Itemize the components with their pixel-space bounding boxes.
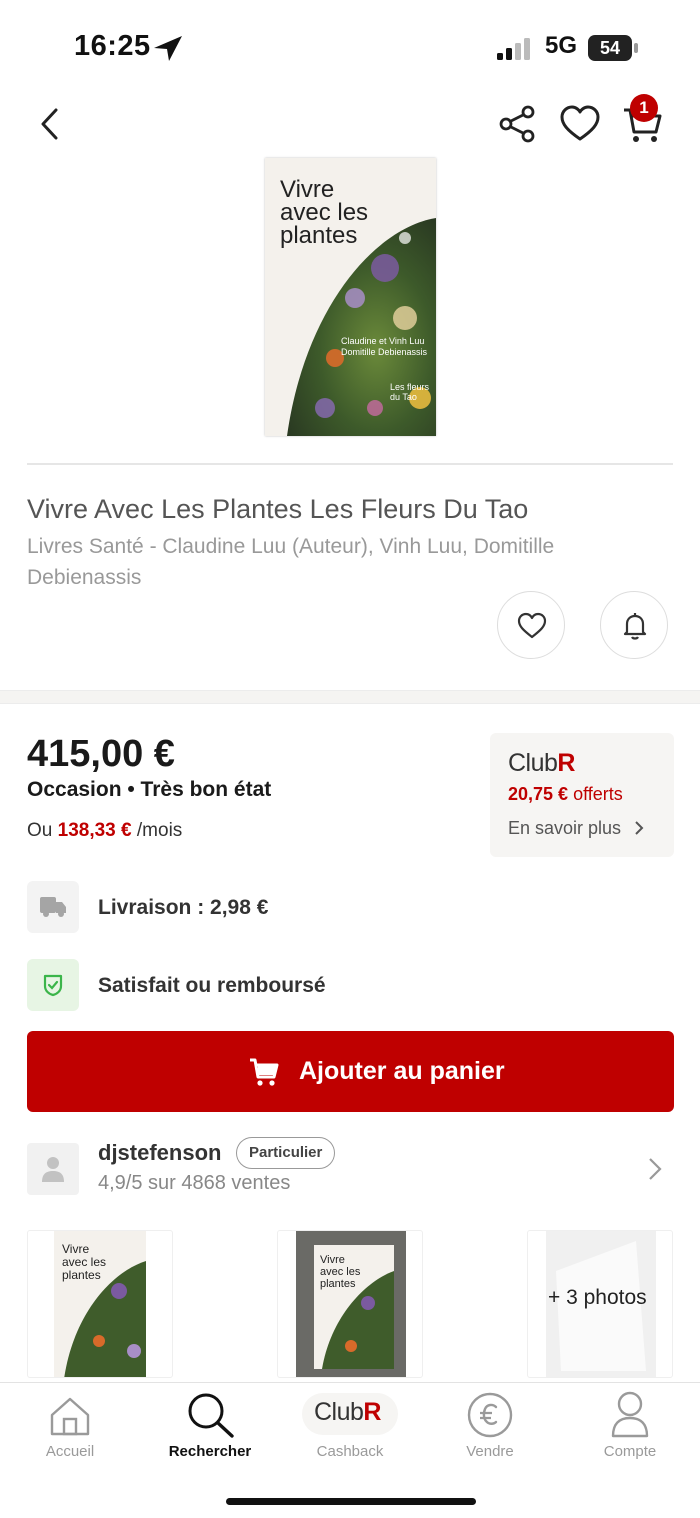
divider xyxy=(27,463,673,465)
bell-icon xyxy=(623,613,647,640)
installment-price: Ou 138,33 € /mois xyxy=(27,820,182,842)
add-to-cart-button[interactable]: Ajouter au panier xyxy=(27,1031,674,1112)
seller-type-badge: Particulier xyxy=(236,1137,336,1169)
heart-icon xyxy=(517,612,547,639)
satisfaction-guarantee: Satisfait ou remboursé xyxy=(98,974,326,997)
more-photos-label[interactable]: + 3 photos xyxy=(548,1286,647,1310)
alert-button[interactable] xyxy=(600,591,668,659)
tab-rechercher[interactable]: Rechercher xyxy=(140,1383,280,1473)
search-icon xyxy=(188,1393,234,1438)
seller-avatar[interactable] xyxy=(27,1143,79,1195)
cart-icon xyxy=(250,1058,279,1086)
cashback-suffix: offerts xyxy=(573,784,623,804)
truck-icon xyxy=(40,897,66,917)
book-cover-thumbnail: Vivre avec les plantes xyxy=(54,1231,146,1377)
battery-level: 54 xyxy=(599,38,621,58)
chevron-right-icon xyxy=(635,821,644,835)
svg-text:plantes: plantes xyxy=(62,1268,101,1282)
learn-more-link[interactable]: En savoir plus xyxy=(508,818,644,839)
book-photo-thumbnail: Vivre avec les plantes xyxy=(296,1231,406,1377)
user-icon xyxy=(42,1157,64,1182)
tab-cashback[interactable]: ClubR Cashback xyxy=(280,1383,420,1473)
status-bar: 16:25 5G 54 xyxy=(0,0,700,90)
svg-text:Vivre: Vivre xyxy=(320,1254,345,1266)
back-icon[interactable] xyxy=(36,106,64,142)
guarantee-icon-box xyxy=(27,959,79,1011)
installment-suffix: /mois xyxy=(136,820,183,841)
cart-count-badge: 1 xyxy=(630,94,658,122)
club-r-logo: ClubR xyxy=(508,749,575,777)
installment-prefix: Ou xyxy=(27,820,53,841)
battery-icon: 54 xyxy=(588,35,640,61)
tab-label: Compte xyxy=(603,1443,657,1460)
tab-label: Accueil xyxy=(45,1443,95,1460)
tab-compte[interactable]: Compte xyxy=(560,1383,700,1473)
seller-rating: 4,9/5 sur 4868 ventes xyxy=(98,1172,291,1194)
cover-series: Les fleurs du Tao xyxy=(390,382,430,402)
delivery-cost: Livraison : 2,98 € xyxy=(98,896,269,919)
cover-title: Vivre avec les plantes xyxy=(280,176,369,249)
tab-vendre[interactable]: Vendre xyxy=(420,1383,560,1473)
product-subtitle[interactable]: Livres Santé - Claudine Luu (Auteur), Vi… xyxy=(27,531,627,593)
euro-icon xyxy=(467,1392,513,1438)
location-arrow-icon xyxy=(154,36,182,61)
svg-text:Vivre: Vivre xyxy=(62,1242,89,1256)
svg-text:plantes: plantes xyxy=(320,1278,356,1290)
signal-icon xyxy=(497,38,530,60)
installment-amount: 138,33 € xyxy=(57,820,132,841)
photo-thumbnail[interactable]: Vivre avec les plantes xyxy=(27,1230,173,1378)
seller-name[interactable]: djstefenson xyxy=(98,1140,221,1166)
cashback-offer: 20,75 € offerts xyxy=(508,784,623,805)
cashback-amount: 20,75 € xyxy=(508,784,569,804)
club-r-cashback-box[interactable]: ClubR 20,75 € offerts En savoir plus xyxy=(490,733,674,857)
share-icon[interactable] xyxy=(498,104,538,144)
home-indicator[interactable] xyxy=(226,1498,476,1505)
status-time: 16:25 xyxy=(74,30,151,62)
section-separator xyxy=(0,690,700,704)
product-condition: Occasion • Très bon état xyxy=(27,778,272,801)
product-image[interactable]: Vivre avec les plantes Claudine et Vinh … xyxy=(265,158,436,436)
wishlist-button[interactable] xyxy=(497,591,565,659)
tab-accueil[interactable]: Accueil xyxy=(0,1383,140,1473)
home-icon xyxy=(50,1397,90,1436)
svg-text:avec les: avec les xyxy=(320,1266,361,1278)
shield-check-icon xyxy=(43,974,63,997)
club-r-icon: ClubR xyxy=(302,1393,398,1435)
tab-label: Rechercher xyxy=(168,1443,252,1460)
cover-authors: Claudine et Vinh Luu Domitille Debienass… xyxy=(341,336,428,357)
chevron-right-icon[interactable] xyxy=(648,1157,662,1181)
svg-text:avec les: avec les xyxy=(62,1255,106,1269)
favorite-icon[interactable] xyxy=(559,104,601,144)
price: 415,00 € xyxy=(27,733,175,775)
user-icon xyxy=(611,1391,649,1438)
tab-label: Vendre xyxy=(466,1443,514,1460)
product-title: Vivre Avec Les Plantes Les Fleurs Du Tao xyxy=(27,494,529,524)
network-type: 5G xyxy=(545,32,578,59)
photo-thumbnail[interactable]: Vivre avec les plantes xyxy=(277,1230,423,1378)
delivery-icon-box xyxy=(27,881,79,933)
add-to-cart-label: Ajouter au panier xyxy=(299,1057,505,1085)
tab-label: Cashback xyxy=(316,1443,384,1460)
